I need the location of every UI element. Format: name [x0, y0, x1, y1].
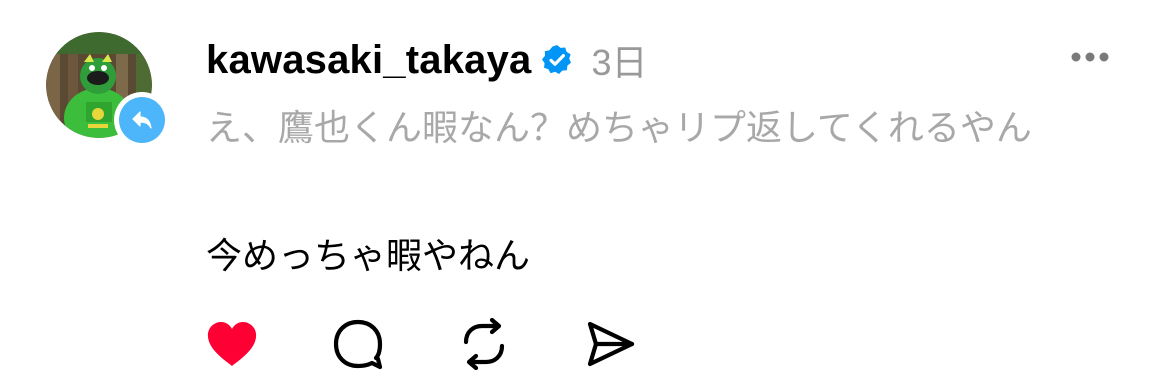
like-button[interactable] [204, 316, 260, 372]
quoted-reply-text: え、鷹也くん暇なん？めちゃリプ返してくれるやん [206, 108, 1032, 149]
avatar-container[interactable] [46, 32, 170, 148]
verified-badge-icon [541, 45, 571, 74]
more-horizontal-icon [1071, 52, 1109, 62]
comment-button[interactable] [330, 316, 386, 372]
username[interactable]: kawasaki_takaya [206, 38, 532, 83]
share-button[interactable] [582, 316, 638, 372]
comment-bubble-icon [333, 319, 383, 370]
send-icon [587, 321, 635, 367]
timestamp: 3日 [591, 42, 648, 83]
action-bar [204, 316, 708, 372]
more-options-button[interactable] [1068, 42, 1112, 72]
repost-icon [463, 318, 505, 370]
post-body-text: 今めっちゃ暇やねん [206, 236, 531, 277]
repost-button[interactable] [456, 316, 512, 372]
post-header: kawasaki_takaya 3日 [206, 34, 648, 86]
heart-icon [207, 322, 257, 366]
reply-badge-circle [119, 97, 165, 143]
reply-arrow-icon [132, 111, 152, 129]
reply-badge [114, 92, 170, 148]
